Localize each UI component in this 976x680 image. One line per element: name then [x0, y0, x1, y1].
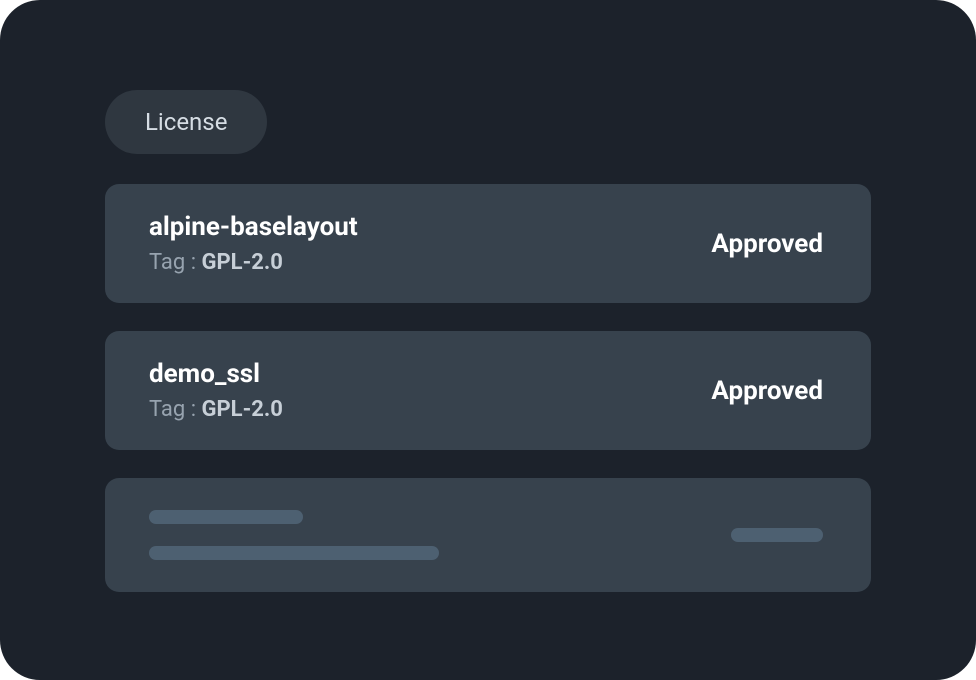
license-card[interactable]: demo_ssl Tag : GPL-2.0 Approved — [105, 331, 871, 450]
tab-license[interactable]: License — [105, 90, 267, 154]
card-info: alpine-baselayout Tag : GPL-2.0 — [149, 212, 358, 275]
card-tag: Tag : GPL-2.0 — [149, 397, 283, 422]
card-status: Approved — [711, 376, 823, 406]
card-status: Approved — [711, 229, 823, 259]
skeleton-subtitle-bar — [149, 546, 439, 560]
card-tag: Tag : GPL-2.0 — [149, 250, 358, 275]
card-tag-label: Tag : — [149, 250, 201, 275]
skeleton-info — [149, 510, 439, 560]
card-tag-value: GPL-2.0 — [201, 397, 282, 422]
license-card[interactable]: alpine-baselayout Tag : GPL-2.0 Approved — [105, 184, 871, 303]
card-tag-value: GPL-2.0 — [201, 250, 282, 275]
card-title: alpine-baselayout — [149, 212, 358, 242]
card-tag-label: Tag : — [149, 397, 201, 422]
skeleton-title-bar — [149, 510, 303, 524]
license-panel: License alpine-baselayout Tag : GPL-2.0 … — [0, 0, 976, 680]
card-info: demo_ssl Tag : GPL-2.0 — [149, 359, 283, 422]
license-card-loading — [105, 478, 871, 592]
tab-label: License — [145, 108, 227, 136]
card-title: demo_ssl — [149, 359, 283, 389]
skeleton-status-bar — [731, 528, 823, 542]
